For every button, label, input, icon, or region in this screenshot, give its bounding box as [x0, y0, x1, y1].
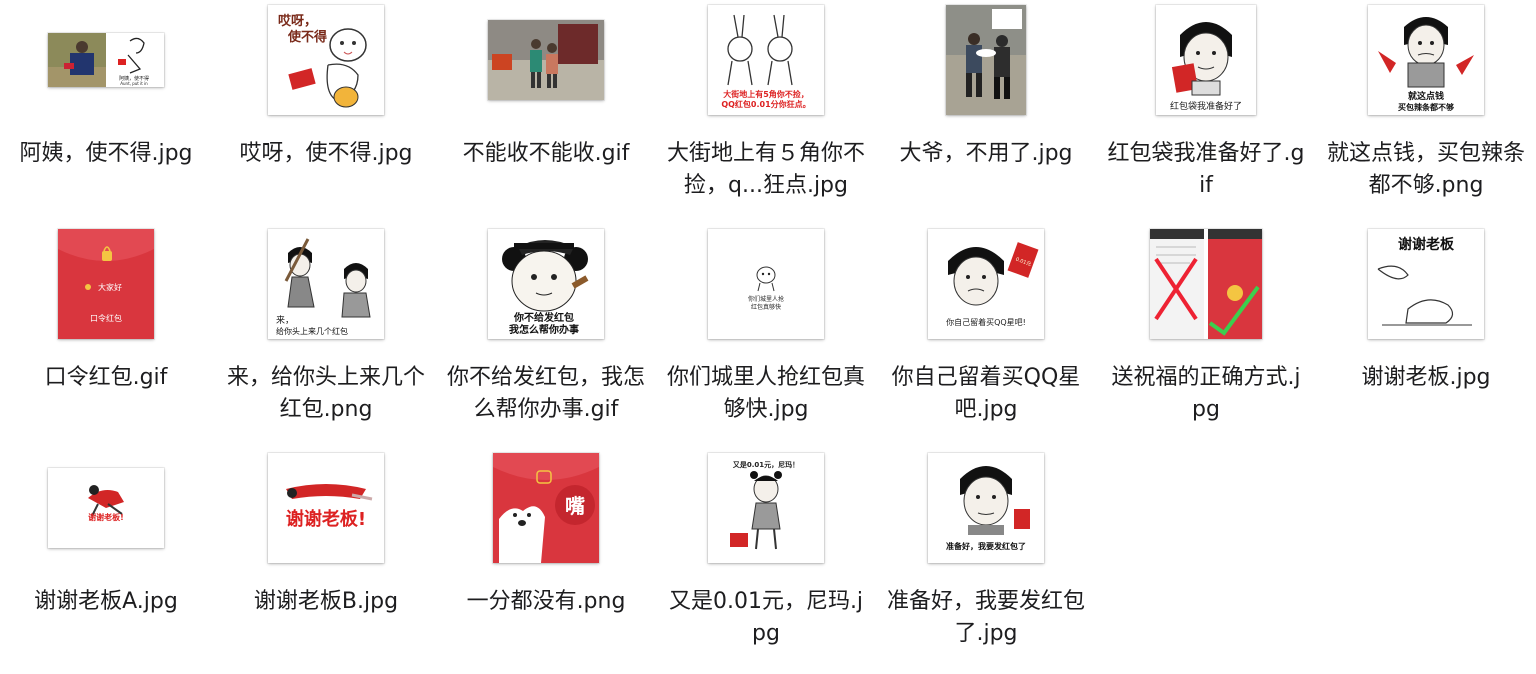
svg-text:红包袋我准备好了: 红包袋我准备好了: [1170, 100, 1242, 112]
file-item[interactable]: 阿姨，使不得 Aunt, put it in 阿姨，使不得.jpg: [0, 0, 215, 170]
svg-text:你不给发红包: 你不给发红包: [513, 311, 574, 324]
cartoon-thumbnail[interactable]: 来， 给你头上来几个红包: [268, 229, 384, 339]
file-item[interactable]: 嘴 一分都没有.png: [437, 448, 655, 618]
file-item[interactable]: 谢谢老板 谢谢老板.jpg: [1317, 224, 1535, 394]
file-item[interactable]: 红包袋我准备好了 红包袋我准备好了.gif: [1097, 0, 1315, 202]
red-envelope-thumbnail[interactable]: 嘴: [493, 453, 599, 563]
file-item[interactable]: 不能收不能收.gif: [437, 0, 655, 170]
meme-face-thumbnail[interactable]: 就这点钱 买包辣条都不够: [1368, 5, 1484, 115]
cartoon-thumbnail[interactable]: 大街地上有5角你不捡， QQ红包0.01分你狂点。: [708, 5, 824, 115]
cartoon-thumbnail[interactable]: 你们城里人抢 红包真够快: [708, 229, 824, 339]
file-item[interactable]: 大家好 口令红包 口令红包.gif: [0, 224, 215, 394]
cartoon-thumbnail[interactable]: 谢谢老板!: [48, 468, 164, 548]
cartoon-thumbnail[interactable]: 谢谢老板!: [268, 453, 384, 563]
svg-text:QQ红包0.01分你狂点。: QQ红包0.01分你狂点。: [721, 99, 810, 109]
file-name: 不能收不能收.gif: [462, 141, 630, 166]
file-name: 就这点钱，买包辣条都不够.png: [1326, 141, 1525, 198]
file-name: 谢谢老板.jpg: [1361, 365, 1491, 390]
svg-text:我怎么帮你办事: 我怎么帮你办事: [509, 323, 579, 336]
file-item[interactable]: 大爷，不用了.jpg: [877, 0, 1095, 170]
file-name: 红包袋我准备好了.gif: [1107, 141, 1305, 198]
svg-text:给你头上来几个红包: 给你头上来几个红包: [276, 326, 348, 336]
svg-text:大街地上有5角你不捡，: 大街地上有5角你不捡，: [723, 89, 809, 99]
file-item[interactable]: 0.01元 你自己留着买QQ星吧! 你自己留着买QQ星吧.jpg: [877, 224, 1095, 426]
file-item[interactable]: 谢谢老板! 谢谢老板B.jpg: [217, 448, 435, 618]
svg-text:来，: 来，: [276, 315, 294, 326]
svg-text:大家好: 大家好: [98, 282, 122, 292]
file-name: 口令红包.gif: [44, 365, 168, 390]
file-name: 大爷，不用了.jpg: [899, 141, 1073, 166]
svg-text:你们城里人抢: 你们城里人抢: [748, 295, 784, 303]
svg-text:准备好，我要发红包了: 准备好，我要发红包了: [946, 541, 1026, 551]
svg-text:谢谢老板: 谢谢老板: [1398, 236, 1455, 253]
photo-thumbnail[interactable]: [946, 5, 1026, 115]
file-item[interactable]: 哎呀， 使不得 哎呀，使不得.jpg: [217, 0, 435, 170]
file-item[interactable]: 大街地上有5角你不捡， QQ红包0.01分你狂点。 大街地上有５角你不捡，q..…: [657, 0, 875, 202]
file-item[interactable]: 就这点钱 买包辣条都不够 就这点钱，买包辣条都不够.png: [1317, 0, 1535, 202]
file-name: 你不给发红包，我怎么帮你办事.gif: [446, 365, 645, 422]
svg-text:谢谢老板!: 谢谢老板!: [88, 512, 124, 522]
file-item[interactable]: 又是0.01元，尼玛！ 又是0.01元，尼玛.jpg: [657, 448, 875, 650]
file-name: 你们城里人抢红包真够快.jpg: [666, 365, 865, 422]
meme-face-thumbnail[interactable]: 红包袋我准备好了: [1156, 5, 1256, 115]
file-item[interactable]: 来， 给你头上来几个红包 来，给你头上来几个红包.png: [217, 224, 435, 426]
svg-text:买包辣条都不够: 买包辣条都不够: [1398, 102, 1454, 112]
file-name: 你自己留着买QQ星吧.jpg: [891, 365, 1081, 422]
file-name: 阿姨，使不得.jpg: [19, 141, 193, 166]
file-name: 哎呀，使不得.jpg: [239, 141, 413, 166]
file-item[interactable]: 你不给发红包 我怎么帮你办事 你不给发红包，我怎么帮你办事.gif: [437, 224, 655, 426]
cartoon-thumbnail[interactable]: 谢谢老板: [1368, 229, 1484, 339]
meme-face-thumbnail[interactable]: 0.01元 你自己留着买QQ星吧!: [928, 229, 1044, 339]
file-name: 又是0.01元，尼玛.jpg: [668, 589, 864, 646]
panda-meme-thumbnail[interactable]: 你不给发红包 我怎么帮你办事: [488, 229, 604, 339]
cartoon-thumbnail[interactable]: 哎呀， 使不得: [268, 5, 384, 115]
file-name: 准备好，我要发红包了.jpg: [886, 589, 1085, 646]
file-grid: 阿姨，使不得 Aunt, put it in 阿姨，使不得.jpg 哎呀， 使不…: [0, 0, 1536, 674]
svg-text:就这点钱: 就这点钱: [1408, 90, 1444, 102]
file-item[interactable]: 送祝福的正确方式.jpg: [1097, 224, 1315, 426]
photo-thumbnail[interactable]: [488, 20, 604, 100]
svg-text:口令红包: 口令红包: [90, 313, 122, 323]
svg-text:红包真够快: 红包真够快: [751, 303, 781, 311]
svg-text:谢谢老板!: 谢谢老板!: [286, 508, 366, 530]
file-item[interactable]: 你们城里人抢 红包真够快 你们城里人抢红包真够快.jpg: [657, 224, 875, 426]
cartoon-thumbnail[interactable]: 又是0.01元，尼玛！: [708, 453, 824, 563]
file-item[interactable]: 谢谢老板! 谢谢老板A.jpg: [0, 448, 215, 618]
file-name: 一分都没有.png: [466, 589, 626, 614]
svg-text:Aunt, put it in: Aunt, put it in: [120, 81, 148, 86]
file-name: 谢谢老板B.jpg: [253, 589, 399, 614]
photo-thumbnail[interactable]: 阿姨，使不得 Aunt, put it in: [48, 33, 164, 87]
svg-text:哎呀，: 哎呀，: [278, 13, 317, 29]
screenshot-thumbnail[interactable]: [1150, 229, 1262, 339]
file-name: 送祝福的正确方式.jpg: [1111, 365, 1301, 422]
file-name: 谢谢老板A.jpg: [34, 589, 178, 614]
file-name: 大街地上有５角你不捡，q...狂点.jpg: [666, 141, 865, 198]
svg-text:使不得: 使不得: [287, 29, 327, 45]
svg-text:你自己留着买QQ星吧!: 你自己留着买QQ星吧!: [946, 317, 1026, 327]
red-envelope-thumbnail[interactable]: 大家好 口令红包: [58, 229, 154, 339]
meme-face-thumbnail[interactable]: 准备好，我要发红包了: [928, 453, 1044, 563]
file-item[interactable]: 准备好，我要发红包了 准备好，我要发红包了.jpg: [877, 448, 1095, 650]
svg-text:嘴: 嘴: [565, 494, 585, 518]
file-name: 来，给你头上来几个红包.png: [226, 365, 425, 422]
svg-text:又是0.01元，尼玛！: 又是0.01元，尼玛！: [733, 460, 799, 469]
